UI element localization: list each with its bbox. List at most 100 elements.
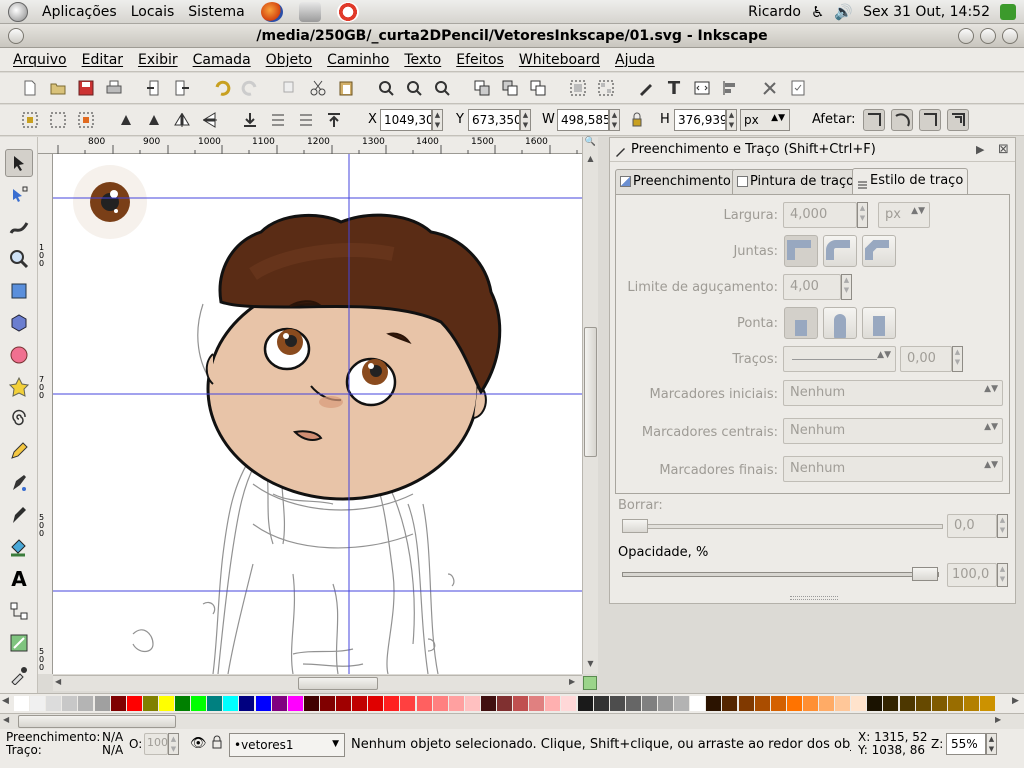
xml-editor-icon[interactable]	[691, 77, 713, 99]
import-icon[interactable]	[143, 77, 165, 99]
flip-horizontal-icon[interactable]	[171, 109, 193, 131]
end-markers-select[interactable]: Nenhum ▲▼	[783, 456, 1003, 482]
dropper-tool-icon[interactable]	[5, 661, 33, 689]
logout-icon[interactable]	[1000, 4, 1016, 20]
blur-slider-handle[interactable]	[622, 519, 648, 533]
new-document-icon[interactable]	[19, 77, 41, 99]
rotate-cw-icon[interactable]	[143, 109, 165, 131]
opacity-field[interactable]: 100,0	[947, 563, 997, 587]
flip-vertical-icon[interactable]	[199, 109, 221, 131]
opacity-spinner[interactable]: ▲ ▼	[997, 563, 1008, 587]
palette-swatch[interactable]	[464, 696, 480, 711]
palette-scroll-left-icon[interactable]: ◀	[2, 696, 9, 706]
rotate-ccw-icon[interactable]	[115, 109, 137, 131]
palette-swatch[interactable]	[287, 696, 303, 711]
palette-swatch[interactable]	[545, 696, 561, 711]
join-round-button[interactable]	[823, 235, 857, 267]
palette-swatch[interactable]	[529, 696, 545, 711]
raise-icon[interactable]	[295, 109, 317, 131]
join-bevel-button[interactable]	[862, 235, 896, 267]
menu-system[interactable]: Sistema	[188, 4, 244, 20]
deselect-icon[interactable]	[75, 109, 97, 131]
palette-swatch[interactable]	[867, 696, 883, 711]
palette-swatch[interactable]	[78, 696, 94, 711]
text-font-icon[interactable]: T	[663, 77, 685, 99]
star-tool-icon[interactable]	[5, 373, 33, 401]
select-all-layers-icon[interactable]	[47, 109, 69, 131]
palette-swatch[interactable]	[899, 696, 915, 711]
menu-effects[interactable]: Efeitos	[456, 52, 504, 68]
blur-slider-track[interactable]	[622, 524, 943, 529]
pencil-tool-icon[interactable]	[5, 437, 33, 465]
palette-scroll-thumb[interactable]	[18, 715, 176, 728]
palette-swatch[interactable]	[497, 696, 512, 711]
fill-stroke-icon[interactable]	[635, 77, 657, 99]
duplicate-icon[interactable]	[279, 77, 301, 99]
user-name[interactable]: Ricardo	[748, 4, 801, 20]
transform-patterns-icon[interactable]	[947, 109, 969, 131]
palette-swatch[interactable]	[336, 696, 351, 711]
dialog-close-icon[interactable]: ⊠	[998, 138, 1009, 162]
zoom-selection-icon[interactable]	[375, 77, 397, 99]
menu-places[interactable]: Locais	[131, 4, 175, 20]
palette-swatch[interactable]	[271, 696, 287, 711]
palette-swatch[interactable]	[963, 696, 979, 711]
group-icon[interactable]	[567, 77, 589, 99]
connector-tool-icon[interactable]	[5, 597, 33, 625]
w-field[interactable]: 498,585	[557, 109, 609, 131]
status-opacity-spinner[interactable]: ▲ ▼	[168, 733, 179, 755]
open-icon[interactable]	[47, 77, 69, 99]
firefox-icon[interactable]	[260, 1, 283, 22]
opacity-slider-handle[interactable]	[912, 567, 938, 581]
scroll-right-arrow[interactable]: ▶	[569, 677, 575, 686]
dialog-collapse-icon[interactable]: ▶	[976, 138, 984, 162]
scale-stroke-icon[interactable]	[863, 109, 885, 131]
palette-swatch[interactable]	[947, 696, 963, 711]
h-field[interactable]: 376,939	[674, 109, 726, 131]
palette-swatch[interactable]	[384, 696, 400, 711]
align-distribute-icon[interactable]	[719, 77, 741, 99]
palette-swatch[interactable]	[786, 696, 802, 711]
palette-swatch[interactable]	[223, 696, 239, 711]
mail-icon[interactable]	[298, 1, 321, 22]
vertical-scroll-thumb[interactable]	[584, 327, 597, 457]
menu-object[interactable]: Objeto	[266, 52, 312, 68]
palette-swatch[interactable]	[561, 696, 577, 711]
palette-swatch[interactable]	[851, 696, 867, 711]
current-layer-select[interactable]: •vetores1 ▼	[229, 733, 345, 757]
layer-lock-icon[interactable]	[211, 735, 223, 752]
width-field[interactable]: 4,000	[783, 202, 857, 228]
canvas-vertical-scrollbar[interactable]: 🔍 ▲ ▼	[582, 137, 598, 674]
w-spinner[interactable]: ▲ ▼	[609, 109, 620, 131]
zoom-field[interactable]: 55%	[946, 733, 986, 755]
preferences-icon[interactable]	[759, 77, 781, 99]
cut-icon[interactable]	[307, 77, 329, 99]
palette-swatch[interactable]	[641, 696, 657, 711]
dash-offset-spinner[interactable]: ▲ ▼	[952, 346, 963, 372]
cap-square-button[interactable]	[862, 307, 896, 339]
palette-swatch[interactable]	[480, 696, 496, 711]
palette-swatch[interactable]	[175, 696, 190, 711]
redo-icon[interactable]	[239, 77, 261, 99]
palette-swatch[interactable]	[400, 696, 416, 711]
transform-gradients-icon[interactable]	[919, 109, 941, 131]
cap-butt-button[interactable]	[784, 307, 818, 339]
palette-swatch[interactable]	[819, 696, 834, 711]
blur-field[interactable]: 0,0	[947, 514, 997, 538]
palette-swatch[interactable]	[303, 696, 319, 711]
x-field[interactable]: 1049,30	[380, 109, 432, 131]
palette-swatch[interactable]	[46, 696, 62, 711]
palette-swatch[interactable]	[255, 696, 271, 711]
menu-view[interactable]: Exibir	[138, 52, 178, 68]
selector-tool-icon[interactable]	[5, 149, 33, 177]
palette-swatch[interactable]	[30, 696, 46, 711]
menu-text[interactable]: Texto	[404, 52, 441, 68]
undo-icon[interactable]	[211, 77, 233, 99]
rectangle-tool-icon[interactable]	[5, 277, 33, 305]
help-icon[interactable]	[336, 1, 359, 22]
menu-edit[interactable]: Editar	[82, 52, 123, 68]
palette-swatch[interactable]	[980, 696, 995, 711]
canvas-horizontal-scrollbar[interactable]: ◀ ▶	[53, 675, 582, 691]
palette-swatch[interactable]	[915, 696, 931, 711]
export-icon[interactable]	[171, 77, 193, 99]
